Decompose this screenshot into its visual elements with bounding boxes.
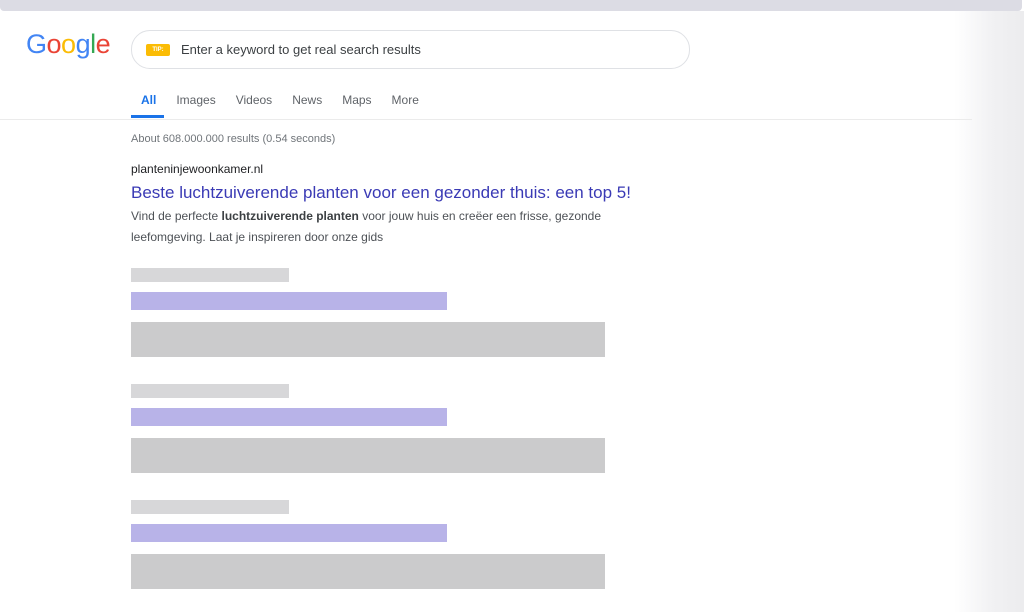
logo-letter: G — [26, 29, 47, 59]
logo-letter: g — [75, 29, 91, 59]
tab-news[interactable]: News — [292, 88, 322, 118]
tab-images[interactable]: Images — [176, 88, 215, 118]
logo-letter: e — [95, 29, 111, 59]
tab-videos[interactable]: Videos — [236, 88, 272, 118]
placeholder-title — [131, 408, 447, 426]
placeholder-title — [131, 292, 447, 310]
placeholder-url — [131, 384, 289, 398]
search-input[interactable]: TIP: Enter a keyword to get real search … — [131, 30, 690, 69]
logo-letter: o — [61, 29, 76, 59]
tab-maps[interactable]: Maps — [342, 88, 371, 118]
search-input-text[interactable]: Enter a keyword to get real search resul… — [181, 42, 421, 57]
search-tabs: All Images Videos News Maps More — [130, 88, 439, 118]
placeholder-title — [131, 524, 447, 542]
browser-top-bar — [0, 0, 1022, 11]
snippet-bold-text: luchtzuiverende planten — [221, 209, 359, 223]
placeholder-snippet — [131, 322, 605, 357]
placeholder-snippet — [131, 438, 605, 473]
tab-all[interactable]: All — [130, 88, 165, 118]
google-logo[interactable]: Google — [26, 29, 111, 60]
tip-badge: TIP: — [146, 43, 170, 56]
result-snippet: Vind de perfecte luchtzuiverende planten… — [131, 206, 651, 248]
placeholder-url — [131, 268, 289, 282]
tabs-divider — [0, 119, 972, 120]
result-url[interactable]: planteninjewoonkamer.nl — [131, 162, 651, 176]
result-title-link[interactable]: Beste luchtzuiverende planten voor een g… — [131, 183, 651, 203]
results-stats: About 608.000.000 results (0.54 seconds) — [131, 133, 336, 145]
logo-letter: o — [46, 29, 62, 59]
snippet-text: Vind de perfecte — [131, 209, 222, 223]
placeholder-snippet — [131, 554, 605, 589]
right-edge-shadow — [954, 11, 1024, 612]
tab-more[interactable]: More — [392, 88, 419, 118]
search-result: planteninjewoonkamer.nl Beste luchtzuive… — [131, 162, 651, 248]
placeholder-url — [131, 500, 289, 514]
